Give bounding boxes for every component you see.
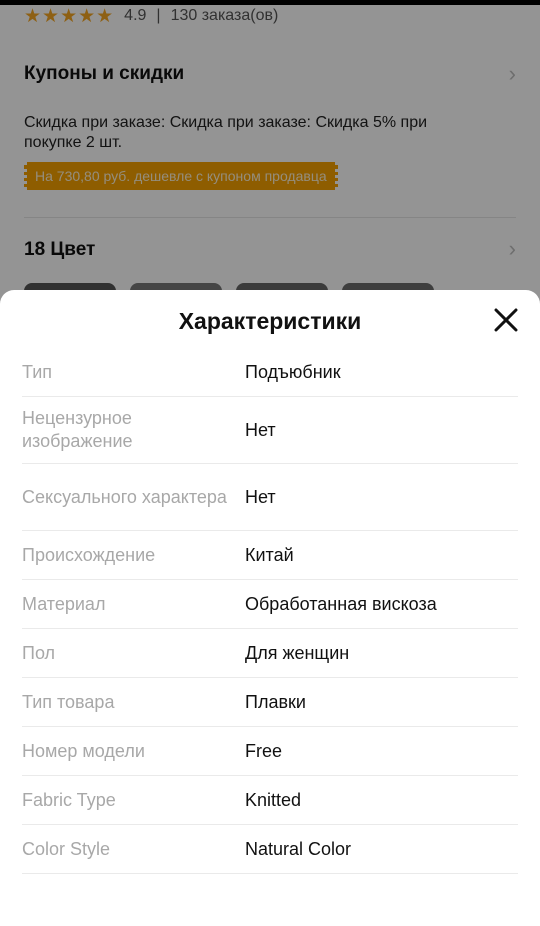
spec-value: Natural Color — [245, 838, 352, 859]
spec-key: Тип товара — [22, 691, 115, 712]
spec-value: Подъюбник — [245, 361, 341, 382]
spec-row: Номер модели Free — [22, 727, 518, 776]
spec-row: Сексуального характера Нет — [22, 464, 518, 531]
spec-row: Тип товара Плавки — [22, 678, 518, 727]
close-icon[interactable] — [492, 306, 520, 334]
spec-list: Тип Подъюбник Нецензурное изображение Не… — [22, 348, 518, 874]
spec-key: Пол — [22, 642, 56, 663]
characteristics-sheet: Характеристики Тип Подъюбник Нецензурное… — [0, 290, 540, 926]
spec-key: Color Style — [22, 838, 111, 859]
spec-row: Тип Подъюбник — [22, 348, 518, 397]
spec-key: Fabric Type — [22, 789, 116, 810]
spec-key: Нецензурное изображение — [22, 408, 133, 451]
spec-row: Пол Для женщин — [22, 629, 518, 678]
spec-value: Free — [245, 740, 283, 761]
sheet-title: Характеристики — [178, 308, 362, 334]
spec-row: Color Style Natural Color — [22, 825, 518, 874]
close-button[interactable] — [492, 306, 520, 334]
spec-key: Происхождение — [22, 544, 156, 565]
spec-key: Тип — [22, 361, 53, 382]
spec-value: Нет — [245, 486, 276, 507]
spec-value: Плавки — [245, 691, 306, 712]
spec-row: Fabric Type Knitted — [22, 776, 518, 825]
spec-row: Происхождение Китай — [22, 531, 518, 580]
spec-key: Материал — [22, 593, 106, 614]
spec-value: Для женщин — [245, 642, 350, 663]
spec-key: Номер модели — [22, 740, 145, 761]
spec-key: Сексуального характера — [22, 486, 227, 507]
spec-value: Knitted — [245, 789, 302, 810]
spec-row: Материал Обработанная вискоза — [22, 580, 518, 629]
spec-value: Нет — [245, 419, 276, 440]
spec-value: Китай — [245, 544, 294, 565]
spec-row: Нецензурное изображение Нет — [22, 397, 518, 464]
spec-value: Обработанная вискоза — [245, 593, 437, 614]
